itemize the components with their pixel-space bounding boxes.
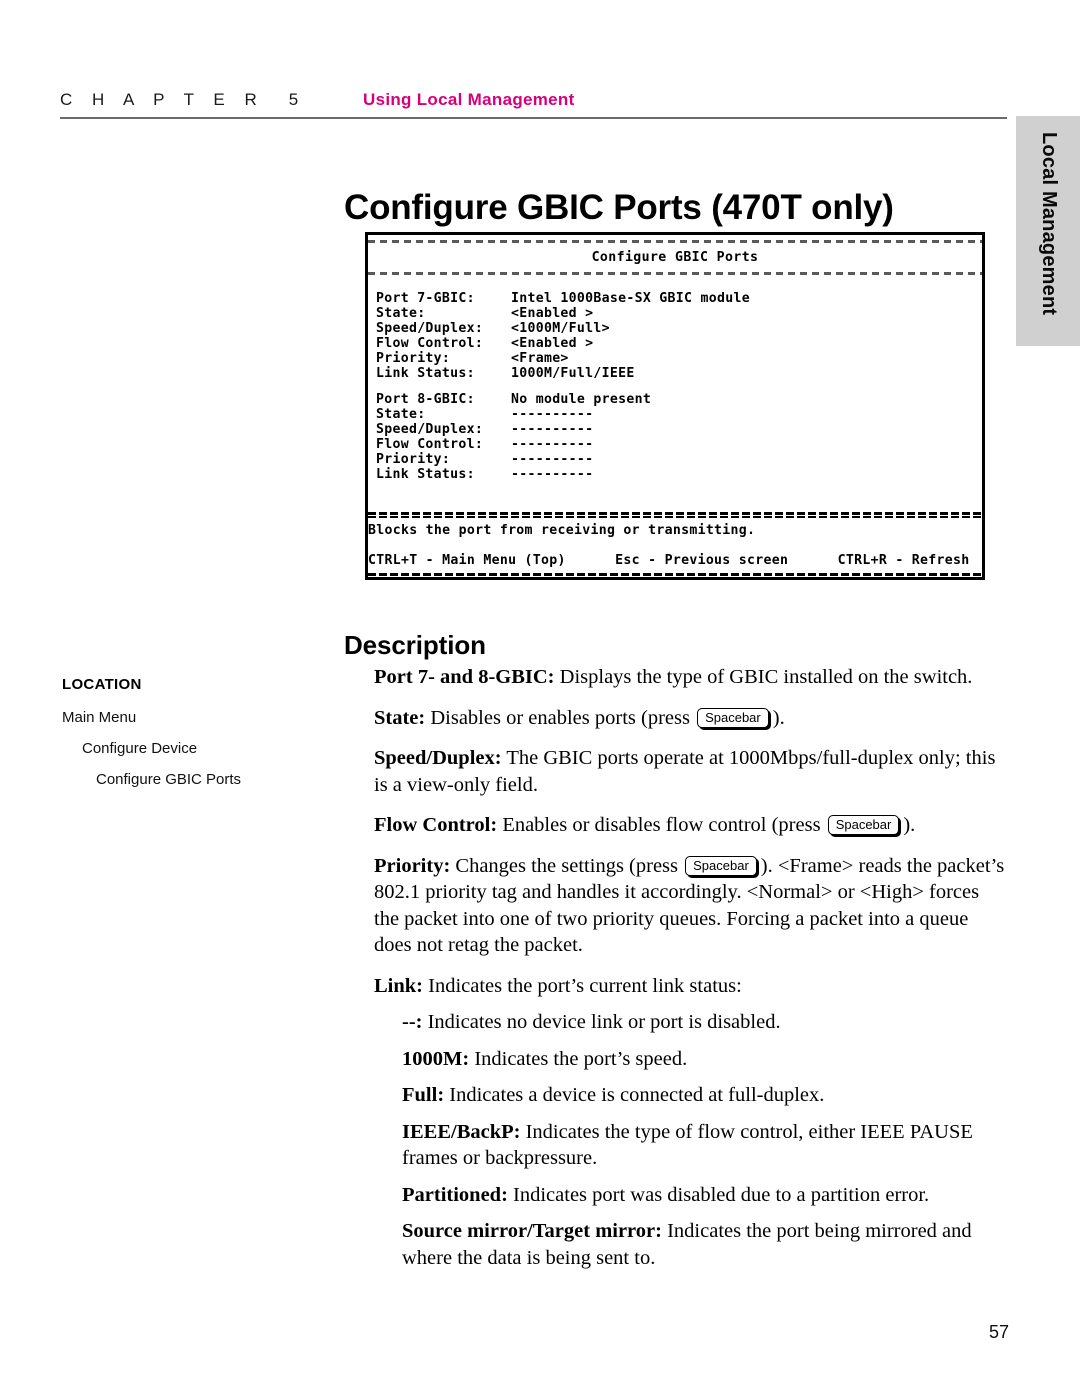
terminal-row-value: <Enabled > xyxy=(511,306,594,321)
terminal-row: Priority: <Frame> xyxy=(376,351,750,366)
terminal-row: Flow Control: <Enabled > xyxy=(376,336,750,351)
location-item-configure-device: Configure Device xyxy=(82,740,198,757)
paragraph-text: Changes the settings (press xyxy=(450,854,684,877)
terminal-title-rule xyxy=(368,272,982,275)
term-label: Priority: xyxy=(374,854,451,877)
paragraph-flow-control: Flow Control: Enables or disables flow c… xyxy=(374,812,1009,839)
terminal-row-value: No module present xyxy=(511,392,652,407)
terminal-row-value: ---------- xyxy=(511,437,594,452)
terminal-lower-separator xyxy=(368,573,982,577)
paragraph-text: Indicates a device is connected at full-… xyxy=(444,1084,825,1106)
terminal-upper-separator xyxy=(368,512,982,519)
term-label: Port 7- and 8-GBIC: xyxy=(374,666,555,688)
terminal-row-label: State: xyxy=(376,306,426,321)
terminal-port8-block: Port 8-GBIC: No module present State: ----… xyxy=(376,392,651,482)
paragraph-link-partitioned: Partitioned: Indicates port was disabled… xyxy=(402,1182,1009,1209)
location-item-main-menu: Main Menu xyxy=(62,709,137,726)
paragraph-priority: Priority: Changes the settings (press Sp… xyxy=(374,853,1009,959)
paragraph-link-1000m: 1000M: Indicates the port’s speed. xyxy=(402,1046,1009,1073)
paragraph-text: Indicates the port’s current link status… xyxy=(423,974,742,997)
term-label: Speed/Duplex: xyxy=(374,747,502,769)
term-label: Partitioned: xyxy=(402,1183,508,1206)
location-item-configure-gbic-ports: Configure GBIC Ports xyxy=(96,771,242,788)
term-label: Full: xyxy=(402,1084,445,1106)
terminal-row-label: Port 8-GBIC: xyxy=(376,392,475,407)
page-title: Configure GBIC Ports (470T only) xyxy=(344,188,894,228)
paragraph-text: ). xyxy=(772,706,785,729)
paragraph-text: Disables or enables ports (press xyxy=(425,706,696,729)
paragraph-text: Indicates the port’s speed. xyxy=(469,1047,688,1070)
terminal-row-value: <Enabled > xyxy=(511,336,594,351)
paragraph-text: Enables or disables flow control (press xyxy=(497,814,826,836)
terminal-row-value: Intel 1000Base-SX GBIC module xyxy=(511,291,750,306)
paragraph-port-gbic: Port 7- and 8-GBIC: Displays the type of… xyxy=(374,664,1009,691)
terminal-row: Port 8-GBIC: No module present xyxy=(376,392,651,407)
terminal-screen: Configure GBIC Ports Port 7-GBIC: Intel 1… xyxy=(365,232,985,580)
terminal-title: Configure GBIC Ports xyxy=(591,250,759,265)
terminal-row-label: Priority: xyxy=(376,351,451,366)
terminal-row-label: Flow Control: xyxy=(376,336,484,351)
paragraph-link: Link: Indicates the port’s current link … xyxy=(374,973,1009,1000)
page-number: 57 xyxy=(988,1322,1009,1342)
paragraph-text: Indicates port was disabled due to a par… xyxy=(507,1183,930,1206)
terminal-row-label: Speed/Duplex: xyxy=(376,422,484,437)
terminal-row-value: ---------- xyxy=(511,467,594,482)
chapter-label: C H A P T E R 5 xyxy=(60,90,306,109)
spacebar-keycap: Spacebar xyxy=(697,707,769,728)
terminal-row-label: Link Status: xyxy=(376,366,475,381)
term-label: --: xyxy=(402,1011,423,1033)
terminal-row: Speed/Duplex: ---------- xyxy=(376,422,651,437)
terminal-row-value: <Frame> xyxy=(511,351,569,366)
term-label: State: xyxy=(374,706,426,729)
term-label: 1000M: xyxy=(402,1047,470,1070)
terminal-row-value: <1000M/Full> xyxy=(511,321,610,336)
paragraph-text: Displays the type of GBIC installed on t… xyxy=(554,666,973,688)
spacebar-keycap: Spacebar xyxy=(685,855,757,876)
description-body: Port 7- and 8-GBIC: Displays the type of… xyxy=(374,664,1009,1281)
term-label: Source mirror/Target mirror: xyxy=(402,1220,662,1242)
header-divider xyxy=(60,117,1007,119)
terminal-row-value: ---------- xyxy=(511,452,594,467)
paragraph-state: State: Disables or enables ports (press … xyxy=(374,705,1009,732)
terminal-row-value: 1000M/Full/IEEE xyxy=(511,366,635,381)
term-label: Link: xyxy=(374,974,423,997)
paragraph-link-ieee-backp: IEEE/BackP: Indicates the type of flow c… xyxy=(402,1119,1009,1172)
terminal-row: Link Status: ---------- xyxy=(376,467,651,482)
terminal-row-label: State: xyxy=(376,407,426,422)
terminal-row-label: Priority: xyxy=(376,452,451,467)
paragraph-link-dash: --: Indicates no device link or port is … xyxy=(402,1009,1009,1036)
terminal-row-label: Flow Control: xyxy=(376,437,484,452)
location-heading: LOCATION xyxy=(62,676,142,693)
term-label: IEEE/BackP: xyxy=(402,1120,521,1143)
terminal-row-value: ---------- xyxy=(511,407,594,422)
spacebar-keycap: Spacebar xyxy=(827,815,900,835)
terminal-status-line: Blocks the port from receiving or transm… xyxy=(368,523,756,538)
terminal-row: Port 7-GBIC: Intel 1000Base-SX GBIC modul… xyxy=(376,291,750,306)
terminal-row: State: ---------- xyxy=(376,407,651,422)
chapter-header: C H A P T E R 5 Using Local Management xyxy=(60,86,1000,120)
section-tab-label: Local Management xyxy=(1038,132,1060,316)
terminal-row: Priority: ---------- xyxy=(376,452,651,467)
section-tab-local-management: Local Management xyxy=(1016,116,1080,346)
paragraph-link-full: Full: Indicates a device is connected at… xyxy=(402,1082,1009,1109)
chapter-title: Using Local Management xyxy=(363,90,575,109)
terminal-row-label: Port 7-GBIC: xyxy=(376,291,475,306)
terminal-top-rule xyxy=(368,240,982,243)
paragraph-speed-duplex: Speed/Duplex: The GBIC ports operate at … xyxy=(374,745,1009,798)
terminal-row: Speed/Duplex: <1000M/Full> xyxy=(376,321,750,336)
terminal-row: Flow Control: ---------- xyxy=(376,437,651,452)
term-label: Flow Control: xyxy=(374,814,498,836)
terminal-row-value: ---------- xyxy=(511,422,594,437)
terminal-row: Link Status: 1000M/Full/IEEE xyxy=(376,366,750,381)
paragraph-link-mirror: Source mirror/Target mirror: Indicates t… xyxy=(402,1218,1009,1271)
terminal-key-help-line: CTRL+T - Main Menu (Top) Esc - Previous … xyxy=(368,553,970,568)
terminal-row-label: Speed/Duplex: xyxy=(376,321,484,336)
paragraph-text: Indicates no device link or port is disa… xyxy=(422,1011,781,1033)
terminal-row: State: <Enabled > xyxy=(376,306,750,321)
terminal-port7-block: Port 7-GBIC: Intel 1000Base-SX GBIC modul… xyxy=(376,291,750,381)
terminal-row-label: Link Status: xyxy=(376,467,475,482)
description-heading: Description xyxy=(344,629,486,660)
paragraph-text: ). xyxy=(903,814,916,836)
